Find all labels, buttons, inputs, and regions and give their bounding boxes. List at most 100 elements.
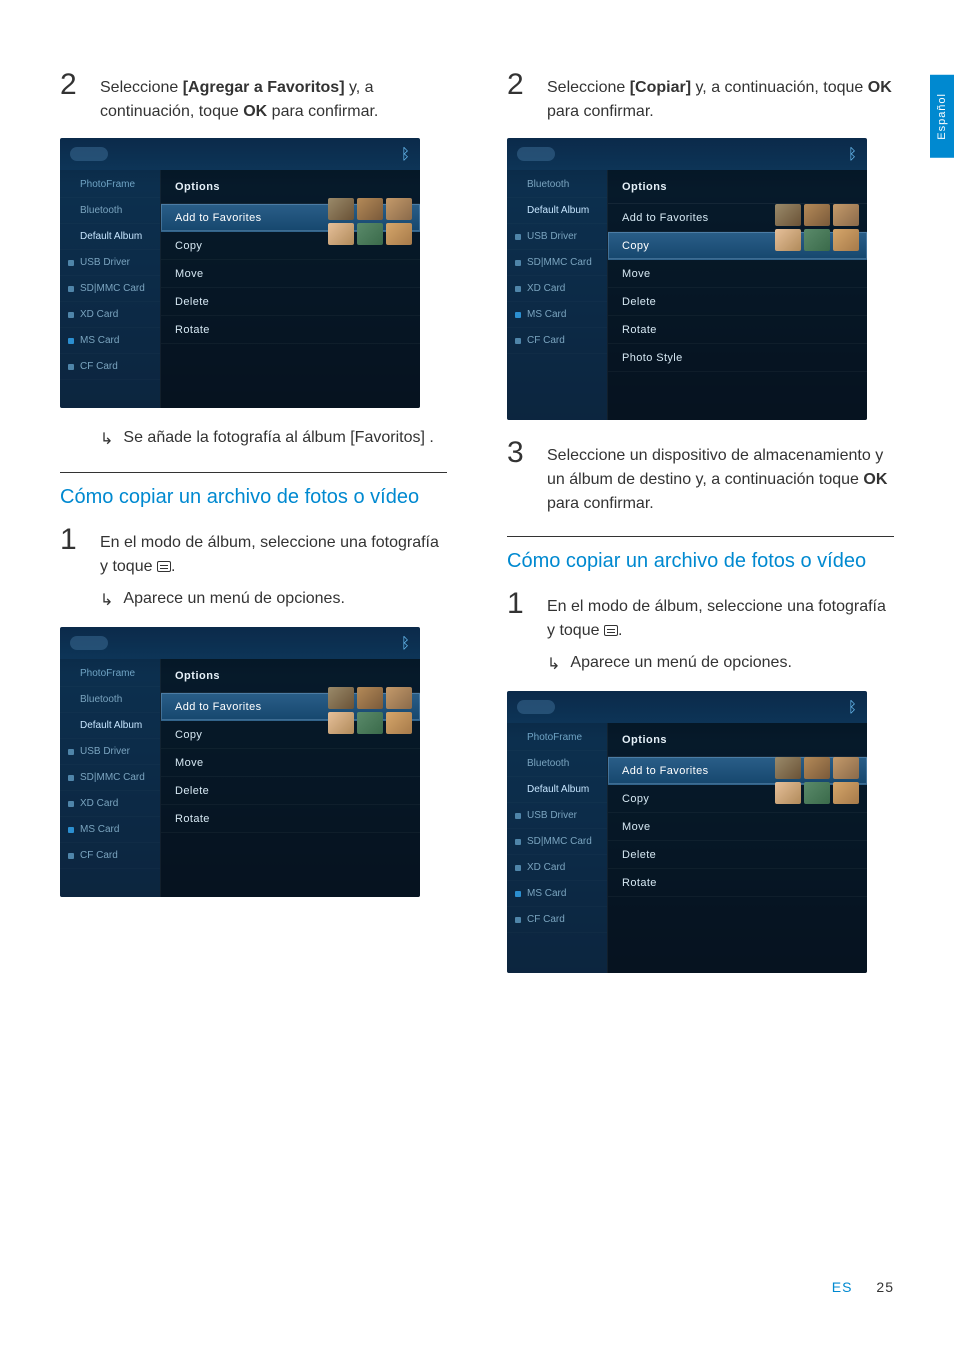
text: Aparece un menú de opciones. xyxy=(570,651,791,677)
step-text: En el modo de álbum, seleccione una foto… xyxy=(100,525,447,579)
photo-thumbnails xyxy=(328,198,414,245)
sidebar-item-label: SD|MMC Card xyxy=(80,283,145,294)
sidebar-item-label: Default Album xyxy=(80,231,142,242)
option-delete[interactable]: Delete xyxy=(608,841,867,869)
text: Seleccione un dispositivo de almacenamie… xyxy=(547,447,883,488)
sidebar-item-label: MS Card xyxy=(527,888,566,899)
sidebar-item-label: USB Driver xyxy=(80,257,130,268)
device-screenshot-add-favorites: ᛒ PhotoFrame Bluetooth Default Album USB… xyxy=(507,691,867,973)
sidebar-item-label: Bluetooth xyxy=(527,179,569,190)
option-name: [Favoritos] xyxy=(350,429,425,446)
sidebar-item-label: Bluetooth xyxy=(80,205,122,216)
option-rotate[interactable]: Rotate xyxy=(608,316,867,344)
step-text: Seleccione [Copiar] y, a continuación, t… xyxy=(547,70,894,124)
sidebar-item-label: CF Card xyxy=(527,335,565,346)
photo-thumbnails xyxy=(775,757,861,804)
battery-icon xyxy=(70,636,108,650)
sidebar-item-label: SD|MMC Card xyxy=(527,257,592,268)
text: En el modo de álbum, seleccione una foto… xyxy=(547,598,886,639)
bluetooth-icon: ᛒ xyxy=(401,146,410,163)
device-screenshot-copy: ᛒ Bluetooth Default Album USB Driver SD|… xyxy=(507,138,867,420)
step-text: En el modo de álbum, seleccione una foto… xyxy=(547,589,894,643)
ok-label: OK xyxy=(863,471,887,488)
option-delete[interactable]: Delete xyxy=(161,288,420,316)
device-screenshot-add-favorites: ᛒ PhotoFrame Bluetooth Default Album USB… xyxy=(60,627,420,897)
photo-thumbnails xyxy=(775,204,861,251)
sidebar-item-label: MS Card xyxy=(80,335,119,346)
option-move[interactable]: Move xyxy=(608,260,867,288)
step-number: 1 xyxy=(507,589,529,643)
text: Seleccione xyxy=(100,79,183,96)
step-number: 3 xyxy=(507,438,529,516)
sidebar-item-label: Bluetooth xyxy=(80,694,122,705)
option-delete[interactable]: Delete xyxy=(608,288,867,316)
option-move[interactable]: Move xyxy=(161,260,420,288)
device-sidebar: PhotoFrame Bluetooth Default Album USB D… xyxy=(507,723,607,973)
option-rotate[interactable]: Rotate xyxy=(608,869,867,897)
section-heading-copy: Cómo copiar un archivo de fotos o vídeo xyxy=(60,483,447,511)
step-text: Seleccione un dispositivo de almacenamie… xyxy=(547,438,894,516)
section-heading-copy: Cómo copiar un archivo de fotos o vídeo xyxy=(507,547,894,575)
options-panel-title: Options xyxy=(608,723,867,757)
step-number: 2 xyxy=(60,70,82,124)
step-number: 1 xyxy=(60,525,82,579)
text: y, a continuación, toque xyxy=(691,79,868,96)
sidebar-item-label: CF Card xyxy=(80,850,118,861)
right-step-2: 2 Seleccione [Copiar] y, a continuación,… xyxy=(507,70,894,124)
sidebar-item-label: MS Card xyxy=(527,309,566,320)
sidebar-item-label: CF Card xyxy=(527,914,565,925)
sidebar-item-label: SD|MMC Card xyxy=(527,836,592,847)
sidebar-item-label: XD Card xyxy=(527,283,565,294)
footer-lang: ES xyxy=(832,1279,853,1295)
text: para confirmar. xyxy=(547,495,654,512)
option-photo-style[interactable]: Photo Style xyxy=(608,344,867,372)
right-column: 2 Seleccione [Copiar] y, a continuación,… xyxy=(507,70,894,991)
result-text: ↳ Se añade la fotografía al álbum [Favor… xyxy=(100,426,447,452)
device-sidebar: PhotoFrame Bluetooth Default Album USB D… xyxy=(60,659,160,897)
sidebar-item-label: USB Driver xyxy=(80,746,130,757)
option-name: [Agregar a Favoritos] xyxy=(183,79,345,96)
sidebar-item-label: USB Driver xyxy=(527,810,577,821)
section-divider xyxy=(60,472,447,473)
sidebar-item-label: PhotoFrame xyxy=(80,179,135,190)
menu-icon xyxy=(604,625,618,636)
sidebar-item-label: Default Album xyxy=(80,720,142,731)
text: . xyxy=(425,429,434,446)
bluetooth-icon: ᛒ xyxy=(848,146,857,163)
menu-icon xyxy=(157,561,171,572)
option-delete[interactable]: Delete xyxy=(161,777,420,805)
battery-icon xyxy=(517,147,555,161)
ok-label: OK xyxy=(868,79,892,96)
option-move[interactable]: Move xyxy=(608,813,867,841)
bluetooth-icon: ᛒ xyxy=(848,699,857,716)
step-number: 2 xyxy=(507,70,529,124)
result-text: ↳ Aparece un menú de opciones. xyxy=(100,587,447,613)
option-move[interactable]: Move xyxy=(161,749,420,777)
battery-icon xyxy=(70,147,108,161)
ok-label: OK xyxy=(243,103,267,120)
text: Se añade la fotografía al álbum xyxy=(123,429,350,446)
text: En el modo de álbum, seleccione una foto… xyxy=(100,534,439,575)
result-arrow-icon: ↳ xyxy=(100,589,113,613)
result-text: ↳ Aparece un menú de opciones. xyxy=(547,651,894,677)
option-rotate[interactable]: Rotate xyxy=(161,316,420,344)
sidebar-item-label: SD|MMC Card xyxy=(80,772,145,783)
left-column: 2 Seleccione [Agregar a Favoritos] y, a … xyxy=(60,70,447,991)
sidebar-item-label: XD Card xyxy=(527,862,565,873)
option-rotate[interactable]: Rotate xyxy=(161,805,420,833)
sidebar-item-label: XD Card xyxy=(80,798,118,809)
sidebar-item-label: USB Driver xyxy=(527,231,577,242)
options-panel-title: Options xyxy=(608,170,867,204)
sidebar-item-label: MS Card xyxy=(80,824,119,835)
result-arrow-icon: ↳ xyxy=(547,653,560,677)
text: Aparece un menú de opciones. xyxy=(123,587,344,613)
result-arrow-icon: ↳ xyxy=(100,428,113,452)
section-divider xyxy=(507,536,894,537)
battery-icon xyxy=(517,700,555,714)
sidebar-item-label: Default Album xyxy=(527,784,589,795)
left-step-2: 2 Seleccione [Agregar a Favoritos] y, a … xyxy=(60,70,447,124)
device-sidebar: PhotoFrame Bluetooth Default Album USB D… xyxy=(60,170,160,408)
option-name: [Copiar] xyxy=(630,79,691,96)
text: Seleccione xyxy=(547,79,630,96)
sidebar-item-label: XD Card xyxy=(80,309,118,320)
